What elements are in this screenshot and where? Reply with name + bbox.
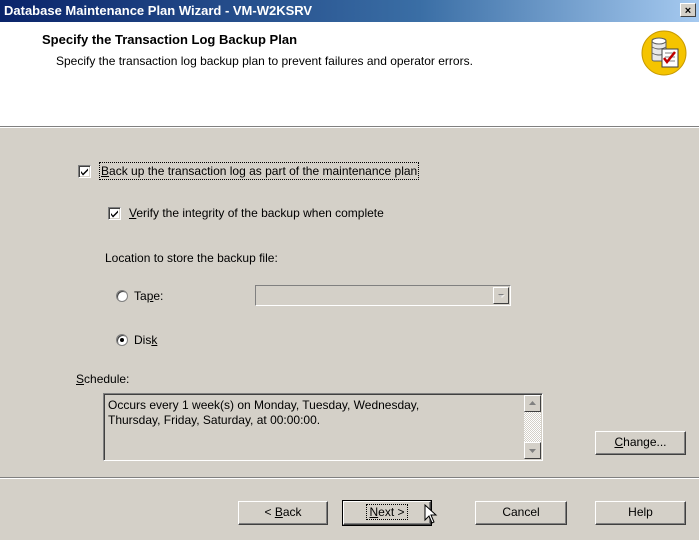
tape-radio[interactable] [116,290,128,302]
backup-log-checkbox[interactable] [78,165,91,178]
close-icon: × [684,5,692,17]
accelerator-key: B [274,505,283,519]
window-title: Database Maintenance Plan Wizard - VM-W2… [4,3,313,18]
accelerator-key: S [76,372,85,386]
label-text: chedule: [84,372,130,386]
cancel-button[interactable]: Cancel [475,501,567,525]
button-label: Help [628,505,653,519]
label-text: ack up the transaction log as part of th… [109,164,418,178]
database-checklist-icon [641,30,687,76]
footer-divider-highlight [0,478,699,479]
label-text: < [264,505,275,519]
schedule-line: Thursday, Friday, Saturday, at 00:00:00. [108,413,321,427]
scroll-down-button[interactable] [524,442,541,459]
accelerator-key: B [101,164,110,178]
label-text: Dis [134,333,152,347]
accelerator-key: k [151,333,158,347]
tape-device-dropdown[interactable] [255,285,511,306]
arrow-up-icon [529,401,536,405]
schedule-line: Occurs every 1 week(s) on Monday, Tuesda… [108,398,420,412]
mouse-cursor-icon [424,504,438,524]
tape-label[interactable]: Tape: [134,289,163,303]
close-button[interactable]: × [680,3,696,17]
dropdown-button[interactable] [493,287,509,304]
button-label: Next > [366,504,408,520]
radio-selected-dot [120,338,124,342]
schedule-description[interactable]: Occurs every 1 week(s) on Monday, Tuesda… [103,393,543,461]
scroll-up-button[interactable] [524,395,541,412]
schedule-label: Schedule: [76,372,129,386]
header-divider [0,127,699,128]
accelerator-key: C [614,435,624,449]
label-text: hange... [623,435,667,449]
title-bar: Database Maintenance Plan Wizard - VM-W2… [0,0,699,22]
next-button[interactable]: Next > [342,500,432,526]
disk-radio[interactable] [116,334,128,346]
arrow-down-icon [529,449,536,453]
backup-log-label[interactable]: Back up the transaction log as part of t… [98,162,420,180]
disk-label[interactable]: Disk [134,333,157,347]
label-text: ack [282,505,302,519]
checkmark-icon [81,168,88,176]
verify-integrity-label[interactable]: Verify the integrity of the backup when … [129,206,384,220]
verify-integrity-checkbox[interactable] [108,207,121,220]
accelerator-key: N [369,505,379,519]
chevron-down-icon [498,294,505,298]
location-label: Location to store the backup file: [105,251,278,265]
wizard-header: Specify the Transaction Log Backup Plan … [0,22,699,127]
page-subtitle: Specify the transaction log backup plan … [56,54,473,68]
button-label: < Back [262,505,303,519]
label-text: e: [153,289,164,303]
label-text: erify the integrity of the backup when c… [136,206,384,220]
back-button[interactable]: < Back [238,501,328,525]
schedule-text: Occurs every 1 week(s) on Monday, Tuesda… [108,398,518,428]
button-label: Change... [612,435,668,449]
schedule-scrollbar[interactable] [524,395,541,459]
change-schedule-button[interactable]: Change... [595,431,686,455]
label-text: Ta [134,289,147,303]
label-text: ext > [378,505,405,519]
help-button[interactable]: Help [595,501,686,525]
checkmark-icon [111,210,118,218]
button-label: Cancel [502,505,540,519]
page-title: Specify the Transaction Log Backup Plan [42,32,298,47]
